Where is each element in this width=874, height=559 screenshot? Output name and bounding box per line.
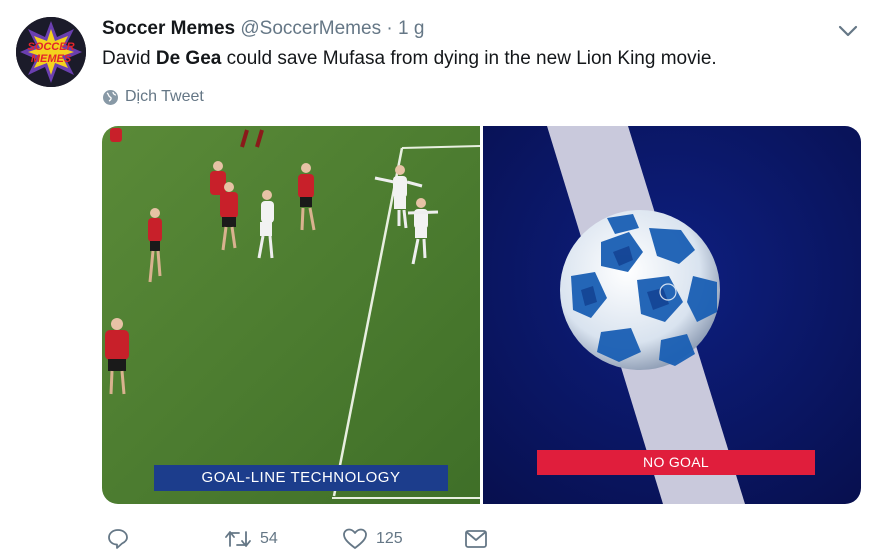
tweet-text: David De Gea could save Mufasa from dyin… bbox=[102, 46, 717, 72]
retweet-count: 54 bbox=[260, 530, 278, 547]
ball-image bbox=[483, 126, 861, 504]
translate-tweet-link[interactable]: Dịch Tweet bbox=[102, 88, 204, 106]
reply-icon bbox=[108, 529, 128, 549]
goal-line-caption: GOAL-LINE TECHNOLOGY bbox=[154, 465, 448, 491]
tweet-actions: 54 125 bbox=[106, 527, 488, 551]
tweet-text-bold: De Gea bbox=[155, 48, 222, 69]
translate-label: Dịch Tweet bbox=[125, 88, 204, 105]
envelope-icon bbox=[465, 530, 487, 548]
no-goal-graphic[interactable]: NO GOAL bbox=[483, 126, 861, 504]
no-goal-caption: NO GOAL bbox=[537, 450, 815, 475]
tweet-text-start: David bbox=[102, 48, 156, 69]
avatar-image: SOCCER MEMES bbox=[16, 17, 86, 87]
reply-button[interactable] bbox=[106, 527, 224, 551]
retweet-icon bbox=[225, 531, 251, 547]
goal-line-photo[interactable]: GOAL-LINE TECHNOLOGY bbox=[102, 126, 480, 504]
svg-text:SOCCER: SOCCER bbox=[27, 41, 74, 53]
tweet-header: Soccer Memes @SoccerMemes · 1 g bbox=[102, 16, 424, 42]
tweet-time[interactable]: 1 g bbox=[398, 18, 424, 39]
tweet-text-end: could save Mufasa from dying in the new … bbox=[221, 48, 717, 69]
tweet-media[interactable]: GOAL-LINE TECHNOLOGY NO GOAL bbox=[102, 126, 861, 504]
direct-message-button[interactable] bbox=[464, 529, 488, 549]
author-handle[interactable]: @SoccerMemes bbox=[240, 18, 381, 39]
more-options-button[interactable] bbox=[836, 20, 860, 42]
pitch-image bbox=[102, 126, 480, 504]
chevron-down-icon bbox=[838, 25, 858, 37]
separator: · bbox=[386, 18, 393, 39]
like-button[interactable]: 125 bbox=[342, 527, 464, 551]
author-name[interactable]: Soccer Memes bbox=[102, 18, 235, 39]
avatar[interactable]: SOCCER MEMES bbox=[16, 17, 86, 87]
globe-icon bbox=[103, 89, 118, 105]
retweet-button[interactable]: 54 bbox=[224, 528, 342, 550]
heart-icon bbox=[343, 528, 367, 549]
like-count: 125 bbox=[376, 530, 403, 547]
svg-text:MEMES: MEMES bbox=[31, 53, 72, 65]
